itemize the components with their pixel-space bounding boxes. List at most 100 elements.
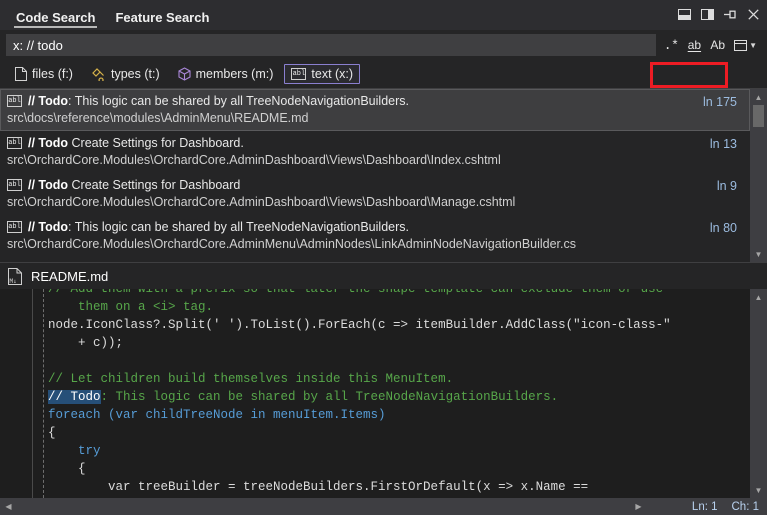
scroll-down-arrow-icon[interactable]: ▼ (750, 482, 767, 498)
result-rest-text: : This logic can be shared by all TreeNo… (68, 220, 409, 234)
scrollbar-thumb[interactable] (753, 105, 764, 127)
filter-types[interactable]: types (t:) (84, 64, 167, 84)
code-search-window: Code Search Feature Search x: // todo .*… (0, 0, 767, 515)
scroll-up-arrow-icon[interactable]: ▲ (750, 289, 767, 305)
tab-strip: Code Search Feature Search (0, 0, 219, 30)
status-line: Ln: 1 (691, 500, 718, 513)
gutter-divider (32, 289, 33, 498)
code-line: var treeBuilder = treeNodeBuilders.First… (48, 480, 589, 494)
result-match-text: // Todo (28, 220, 69, 234)
filter-types-label: types (t:) (110, 67, 160, 81)
abl-icon: abl (7, 137, 22, 149)
tab-feature-search[interactable]: Feature Search (105, 11, 219, 30)
use-regex-label: .* (663, 37, 679, 53)
result-rest-text: : This logic can be shared by all TreeNo… (68, 94, 409, 108)
members-icon (178, 67, 191, 81)
tab-feature-search-label: Feature Search (115, 10, 210, 25)
tab-code-search-label: Code Search (16, 10, 96, 25)
match-whole-word-button[interactable]: ab (683, 35, 705, 56)
code-vertical-scrollbar[interactable]: ▲ ▼ (750, 289, 767, 498)
status-bar: Ln: 1 Ch: 1 (691, 498, 767, 515)
code-line: // Let children build themselves inside … (48, 372, 454, 386)
code-line: foreach (var childTreeNode in menuItem.I… (48, 408, 386, 422)
result-match-text: // Todo (28, 136, 69, 150)
filter-files[interactable]: files (f:) (8, 64, 80, 84)
table-row[interactable]: abl // Todo: This logic can be shared by… (0, 89, 750, 131)
results-vertical-scrollbar[interactable]: ▲ ▼ (750, 89, 767, 262)
search-row: x: // todo .* ab Ab ▼ (0, 30, 767, 88)
result-match-text: // Todo (28, 178, 69, 192)
indent-guide-line (43, 289, 44, 498)
search-results-list[interactable]: abl // Todo: This logic can be shared by… (0, 89, 750, 262)
result-title: // Todo: This logic can be shared by all… (28, 94, 409, 108)
code-text: // Add them with a prefix so that later … (48, 289, 671, 498)
close-icon[interactable] (745, 6, 761, 22)
code-highlight-token: // Todo (48, 390, 101, 404)
result-rest-text: Create Settings for Dashboard (68, 178, 241, 192)
scroll-left-arrow-icon[interactable]: ◀ (0, 498, 17, 515)
code-line: try (48, 444, 101, 458)
filter-members-label: members (m:) (195, 67, 274, 81)
scroll-up-arrow-icon[interactable]: ▲ (750, 89, 767, 105)
code-line: them on a <i> tag. (48, 300, 214, 314)
result-title: // Todo Create Settings for Dashboard (28, 178, 240, 192)
result-line-number: ln 13 (709, 137, 737, 151)
scrollbar-track[interactable] (750, 127, 767, 246)
result-path: src\OrchardCore.Modules\OrchardCore.Admi… (7, 237, 577, 251)
status-column: Ch: 1 (731, 500, 760, 513)
table-row[interactable]: abl // Todo Create Settings for Dashboar… (0, 131, 750, 173)
result-title: // Todo: This logic can be shared by all… (28, 220, 409, 234)
search-input[interactable]: x: // todo (6, 34, 656, 56)
code-line: { (48, 426, 56, 440)
window-controls (676, 6, 761, 22)
result-title: // Todo Create Settings for Dashboard. (28, 136, 244, 150)
chevron-down-icon: ▼ (749, 40, 757, 50)
scroll-right-arrow-icon[interactable]: ▶ (630, 498, 647, 515)
code-horizontal-scrollbar[interactable]: ◀ ▶ (0, 498, 767, 515)
result-line-number: ln 80 (709, 221, 737, 235)
match-case-label: Ab (710, 38, 726, 52)
file-icon (15, 67, 27, 81)
filter-row: files (f:) types (t:) members (m:) abl t… (0, 60, 767, 88)
match-whole-word-label: ab (687, 38, 702, 52)
types-icon (91, 67, 106, 81)
search-toolbar: .* ab Ab ▼ (660, 33, 761, 57)
markdown-file-icon: M↓ (8, 267, 23, 285)
code-viewport[interactable]: // Add them with a prefix so that later … (0, 289, 750, 498)
code-line: // Add them with a prefix so that later … (48, 289, 664, 296)
scrollbar-track[interactable] (17, 498, 630, 515)
split-horizontal-icon[interactable] (676, 6, 692, 22)
match-case-button[interactable]: Ab (706, 35, 729, 56)
abl-icon: abl (7, 179, 22, 191)
scrollbar-track[interactable] (750, 305, 767, 482)
scroll-down-arrow-icon[interactable]: ▼ (750, 246, 767, 262)
result-rest-text: Create Settings for Dashboard. (68, 136, 244, 150)
search-input-value: x: // todo (13, 37, 63, 53)
svg-text:M↓: M↓ (10, 278, 17, 285)
result-line-number: ln 175 (702, 95, 737, 109)
tab-code-search[interactable]: Code Search (6, 11, 105, 30)
code-line: + c)); (48, 336, 124, 350)
use-regex-button[interactable]: .* (660, 35, 683, 56)
abl-icon: abl (7, 221, 22, 233)
layout-panel-icon (734, 39, 748, 51)
result-path: src\OrchardCore.Modules\OrchardCore.Admi… (7, 195, 516, 209)
preview-header: M↓ README.md (0, 263, 767, 289)
table-row[interactable]: abl // Todo Create Settings for Dashboar… (0, 173, 750, 215)
title-bar: Code Search Feature Search (0, 0, 767, 30)
result-path: src\OrchardCore.Modules\OrchardCore.Admi… (7, 153, 501, 167)
text-icon: abl (291, 68, 307, 80)
split-vertical-icon[interactable] (699, 6, 715, 22)
abl-icon: abl (7, 95, 22, 107)
filter-members[interactable]: members (m:) (171, 64, 281, 84)
layout-options-button[interactable]: ▼ (730, 35, 761, 56)
result-line-number: ln 9 (716, 179, 737, 193)
table-row[interactable]: abl // Todo: This logic can be shared by… (0, 215, 750, 257)
pin-icon[interactable] (722, 6, 738, 22)
code-line: node.IconClass?.Split(' ').ToList().ForE… (48, 318, 671, 332)
filter-text-label: text (x:) (311, 67, 354, 81)
search-results-panel: abl // Todo: This logic can be shared by… (0, 88, 767, 263)
result-match-text: // Todo (28, 94, 69, 108)
code-preview-panel: // Add them with a prefix so that later … (0, 289, 767, 498)
filter-text[interactable]: abl text (x:) (284, 64, 361, 84)
